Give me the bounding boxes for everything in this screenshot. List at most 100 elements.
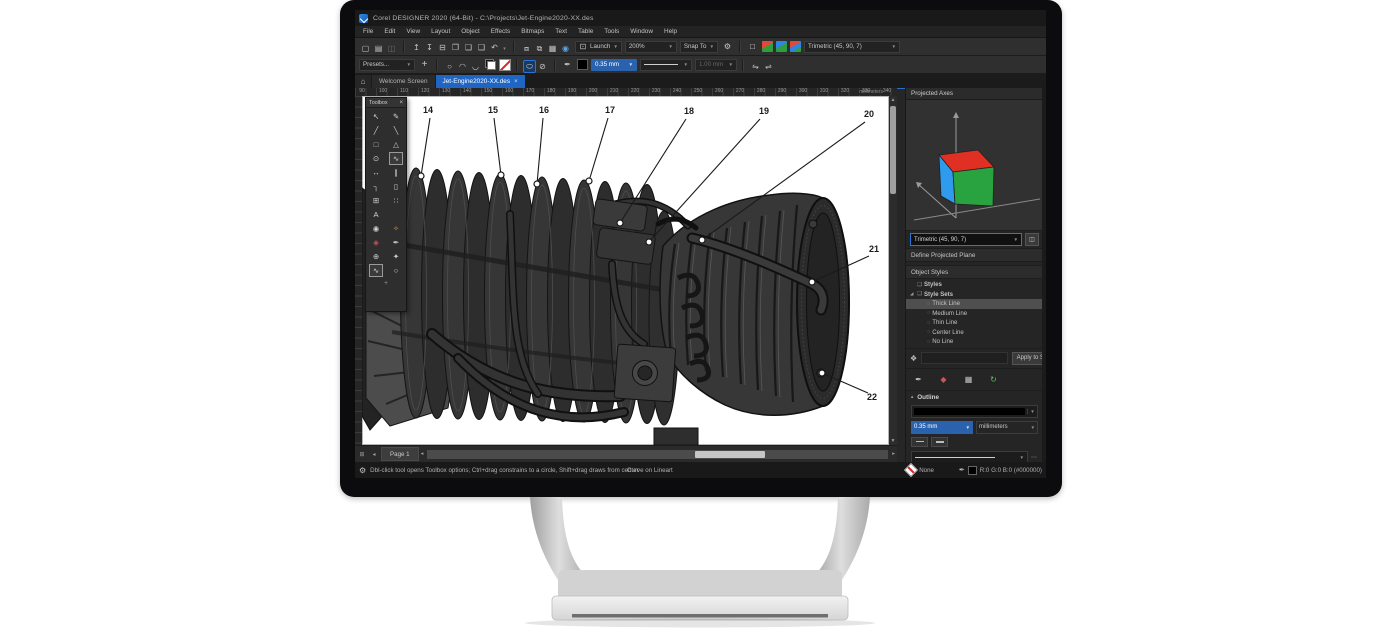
style-item-styles[interactable]: ❏Styles: [906, 280, 1043, 290]
outline-color-swatch[interactable]: [577, 59, 588, 70]
snap-to-dropdown[interactable]: Snap To▼: [680, 41, 718, 53]
launch-dropdown[interactable]: ⊡ Launch▼: [575, 41, 622, 53]
wrap-left-icon[interactable]: ⇋: [749, 60, 762, 73]
scroll-up-icon[interactable]: ▲: [889, 96, 897, 104]
previous-page-icon[interactable]: ◂: [369, 451, 379, 458]
style-item-medium-line[interactable]: ◌Medium Line: [906, 309, 1043, 319]
undo-caret-icon[interactable]: ▾: [501, 43, 508, 56]
docker-projection-dropdown[interactable]: Trimetric (45, 90, 7)▼: [910, 233, 1022, 246]
projected-axes-view[interactable]: [906, 100, 1043, 231]
circle-by-center-icon[interactable]: ○: [443, 60, 456, 73]
home-tab-button[interactable]: ⌂: [355, 75, 371, 88]
menu-edit[interactable]: Edit: [384, 28, 395, 35]
table-tool[interactable]: ⊞: [369, 194, 383, 207]
outline-tool[interactable]: ○: [389, 264, 403, 277]
duplicate-icon[interactable]: ❑: [475, 41, 488, 54]
toolbox-close-icon[interactable]: ×: [399, 100, 403, 106]
style-item-thick-line[interactable]: ◌Thick Line: [906, 299, 1043, 309]
menu-table[interactable]: Table: [578, 28, 593, 35]
spacer[interactable]: [389, 208, 403, 221]
line-cap-button[interactable]: [911, 437, 928, 447]
interactive-fill-tool[interactable]: ◉: [369, 222, 383, 235]
menu-object[interactable]: Object: [461, 28, 479, 35]
zoom-tool[interactable]: ⊕: [369, 250, 383, 263]
menu-file[interactable]: File: [363, 28, 373, 35]
tab-jet-engine2020-xx-des[interactable]: Jet-Engine2020-XX.des×: [436, 75, 525, 88]
view-cube-top-icon[interactable]: [762, 41, 773, 52]
pattern-icon[interactable]: ▦: [962, 373, 975, 386]
show-grid-lines-icon[interactable]: ⧉: [533, 42, 546, 55]
ellipse-tool-icon[interactable]: ⬭: [523, 60, 536, 73]
apply-to-selected-button[interactable]: Apply to S: [1012, 352, 1046, 365]
grid-icon[interactable]: ▦: [546, 42, 559, 55]
show-rulers-icon[interactable]: ⧈: [520, 42, 533, 55]
outline-section-header[interactable]: ▴ Outline: [906, 391, 1043, 404]
tab-welcome-screen[interactable]: Welcome Screen: [372, 75, 435, 88]
outline-width-field[interactable]: 0.35 mm▼: [591, 59, 637, 71]
toolbox-more-button[interactable]: +: [366, 280, 406, 287]
menu-bitmaps[interactable]: Bitmaps: [521, 28, 544, 35]
outline-width-field[interactable]: 0.35 mm▼: [911, 421, 973, 434]
curve-tool[interactable]: ∿: [389, 152, 403, 165]
options-gear-icon[interactable]: ⚙: [721, 40, 734, 53]
pan-tool[interactable]: ✦: [389, 250, 403, 263]
new-document-icon[interactable]: ▢: [359, 42, 372, 55]
clipboard-tool[interactable]: ▯: [389, 180, 403, 193]
page-frame-icon[interactable]: □: [746, 40, 759, 53]
chart-tool[interactable]: ∷: [389, 194, 403, 207]
tab-close-icon[interactable]: ×: [514, 79, 518, 85]
save-icon[interactable]: ◫: [385, 42, 398, 55]
object-styles-header[interactable]: Object Styles: [906, 265, 1043, 279]
canvas[interactable]: 141516171819202122 Toolbox × ↖✎╱╲□△⊙∿↔∥┐…: [355, 96, 897, 445]
pick-tool[interactable]: ↖: [369, 110, 383, 123]
menu-tools[interactable]: Tools: [604, 28, 619, 35]
fill-style-icon[interactable]: ◆: [937, 373, 950, 386]
horizontal-scroll-thumb[interactable]: [695, 451, 765, 458]
copy-icon[interactable]: ❐: [449, 41, 462, 54]
zoom-level-dropdown[interactable]: 200%▼: [625, 41, 677, 53]
import-icon[interactable]: ↥: [410, 41, 423, 54]
view-cube-iso-icon[interactable]: [790, 41, 801, 52]
undo-icon[interactable]: ↶: [488, 41, 501, 54]
bspline-tool[interactable]: ∿: [369, 264, 383, 277]
smart-drawing-tool[interactable]: ✒: [389, 236, 403, 249]
menu-effects[interactable]: Effects: [491, 28, 510, 35]
outline-color-dropdown[interactable]: ▼: [911, 405, 1038, 418]
dimension-tool[interactable]: ↔: [369, 166, 383, 179]
line-tool[interactable]: ╱: [369, 124, 383, 137]
style-item-thin-line[interactable]: ◌Thin Line: [906, 318, 1043, 328]
wrap-right-icon[interactable]: ⇌: [762, 60, 775, 73]
style-pen-icon[interactable]: ✒: [912, 373, 925, 386]
scroll-down-icon[interactable]: ▼: [889, 437, 897, 445]
pin-panel-icon[interactable]: ◫: [1025, 233, 1039, 246]
style-options-icon[interactable]: ❖: [910, 354, 917, 363]
open-icon[interactable]: ▤: [372, 42, 385, 55]
menu-text[interactable]: Text: [555, 28, 567, 35]
secondary-width-field[interactable]: 1.00 mm▼: [695, 59, 737, 71]
line-style-dropdown[interactable]: ▼: [640, 59, 692, 71]
toolbox-palette[interactable]: Toolbox × ↖✎╱╲□△⊙∿↔∥┐▯⊞∷A◉✧◈✒⊕✦∿○ +: [365, 97, 407, 312]
horizontal-scrollbar[interactable]: [427, 450, 888, 459]
menu-view[interactable]: View: [406, 28, 420, 35]
print-icon[interactable]: ⊟: [436, 41, 449, 54]
slot-icon[interactable]: ⊘: [536, 60, 549, 73]
projection-dropdown[interactable]: Trimetric (45, 90, 7)▼: [804, 41, 900, 53]
add-page-icon[interactable]: ⊞: [357, 451, 367, 458]
paste-icon[interactable]: ❏: [462, 41, 475, 54]
circle-tool[interactable]: ⊙: [369, 152, 383, 165]
menu-layout[interactable]: Layout: [431, 28, 450, 35]
arc-icon[interactable]: ◠: [456, 60, 469, 73]
line-join-button[interactable]: [931, 437, 948, 447]
add-preset-button[interactable]: +: [418, 58, 431, 71]
more-options-icon[interactable]: ⋯: [1031, 454, 1038, 461]
view-cube-front-icon[interactable]: [776, 41, 787, 52]
style-item-style-sets[interactable]: ◢❏Style Sets: [906, 290, 1043, 300]
shape-tool[interactable]: ✎: [389, 110, 403, 123]
parallel-line-tool[interactable]: ∥: [389, 166, 403, 179]
document-page[interactable]: 141516171819202122: [362, 96, 889, 445]
page-tab[interactable]: Page 1: [381, 447, 419, 461]
no-fill-icon[interactable]: [499, 59, 511, 71]
menu-help[interactable]: Help: [664, 28, 677, 35]
rectangle-tool[interactable]: □: [369, 138, 383, 151]
polygon-tool[interactable]: △: [389, 138, 403, 151]
